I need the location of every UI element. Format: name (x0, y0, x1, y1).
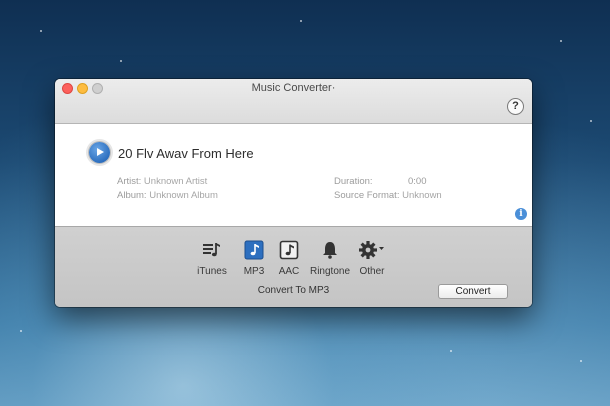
artist-label: Artist: (117, 176, 142, 187)
info-icon[interactable]: i (515, 208, 527, 220)
play-icon (97, 148, 104, 156)
format-itunes-label: iTunes (197, 266, 227, 277)
track-info-panel: 20 Flv Awav From Here Artist: Unknown Ar… (55, 124, 532, 226)
album-value: Unknown Album (149, 190, 218, 201)
format-other-button[interactable]: Other (357, 240, 387, 277)
play-button[interactable] (89, 142, 110, 163)
format-ringtone-label: Ringtone (309, 266, 351, 277)
bell-icon (320, 240, 340, 260)
source-format-row: Source Format: Unknown (334, 190, 442, 201)
help-button[interactable]: ? (507, 98, 524, 115)
convert-button[interactable]: Convert (438, 284, 508, 299)
duration-value: 0:00 (408, 176, 427, 187)
format-itunes-button[interactable]: iTunes (197, 240, 227, 277)
artist-value: Unknown Artist (143, 176, 208, 187)
window-title: Music Converter· (251, 82, 336, 94)
format-other-label: Other (359, 266, 385, 277)
window-titlebar[interactable]: Music Converter· ? (55, 79, 532, 124)
background-star (300, 20, 302, 22)
source-format-label: Source Format: (334, 190, 400, 201)
background-star (40, 30, 42, 32)
conversion-panel: iTunes MP3 AAC Ringtone Other Convert To… (55, 226, 532, 307)
background-star (590, 120, 592, 122)
background-star (120, 60, 122, 62)
artist-row: Artist: Unknown Artist (117, 176, 207, 187)
format-aac-button[interactable]: AAC (277, 240, 301, 277)
format-aac-label: AAC (278, 266, 300, 277)
music-note-icon (244, 240, 264, 260)
background-star (20, 330, 22, 332)
format-mp3-label: MP3 (243, 266, 265, 277)
aac-note-icon (279, 240, 299, 260)
source-format-value: Unknown (402, 190, 442, 201)
itunes-list-icon (202, 240, 222, 260)
background-star (560, 40, 562, 42)
track-title: 20 Flv Awav From Here (118, 146, 254, 161)
duration-label: Duration: (334, 176, 373, 187)
album-row: Album: Unknown Album (117, 190, 218, 201)
background-star (580, 360, 582, 362)
format-mp3-button[interactable]: MP3 (242, 240, 266, 277)
gear-icon (358, 240, 386, 260)
format-ringtone-button[interactable]: Ringtone (310, 240, 350, 277)
music-converter-window: Music Converter· ? 20 Flv Awav From Here… (55, 79, 532, 307)
album-label: Album: (117, 190, 147, 201)
background-star (450, 350, 452, 352)
